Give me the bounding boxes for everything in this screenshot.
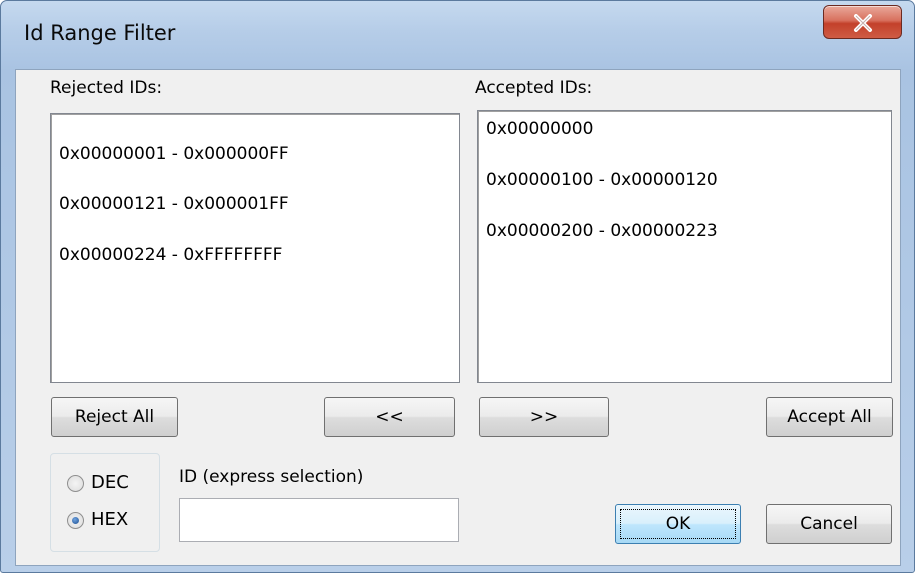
list-item[interactable]: 0x00000100 - 0x00000120 [486,170,718,190]
cancel-button[interactable]: Cancel [766,504,892,544]
radio-selected-dot [72,517,79,524]
dec-label: DEC [91,472,129,493]
dialog-window: Id Range Filter Rejected IDs: 0x00000001… [0,0,915,573]
list-item[interactable]: 0x00000001 - 0x000000FF [59,144,289,164]
rejected-ids-label: Rejected IDs: [50,78,163,98]
list-item[interactable]: 0x00000200 - 0x00000223 [486,221,718,241]
list-item[interactable]: 0x00000000 [486,119,593,139]
ok-button[interactable]: OK [615,504,741,544]
express-selection-input[interactable] [179,498,459,542]
move-left-button[interactable]: << [324,397,455,437]
hex-label: HEX [91,509,129,530]
number-format-group: DEC HEX [50,453,160,552]
dialog-client-area: Rejected IDs: 0x00000001 - 0x000000FF 0x… [15,69,901,566]
list-item[interactable]: 0x00000224 - 0xFFFFFFFF [59,245,282,265]
reject-all-button[interactable]: Reject All [51,397,178,437]
move-right-button[interactable]: >> [479,397,609,437]
express-selection-label: ID (express selection) [179,467,364,487]
accept-all-button[interactable]: Accept All [766,397,893,437]
close-button[interactable] [823,5,902,39]
rejected-ids-list[interactable]: 0x00000001 - 0x000000FF 0x00000121 - 0x0… [50,113,460,383]
accepted-ids-list[interactable]: 0x00000000 0x00000100 - 0x00000120 0x000… [477,110,892,383]
hex-radio[interactable] [67,512,84,529]
dec-radio[interactable] [67,475,84,492]
title-bar[interactable]: Id Range Filter [1,1,914,71]
ok-button-label: OK [665,514,691,534]
list-item[interactable]: 0x00000121 - 0x000001FF [59,194,289,214]
close-icon [854,14,872,32]
accepted-ids-label: Accepted IDs: [475,78,593,98]
window-title: Id Range Filter [24,21,176,45]
